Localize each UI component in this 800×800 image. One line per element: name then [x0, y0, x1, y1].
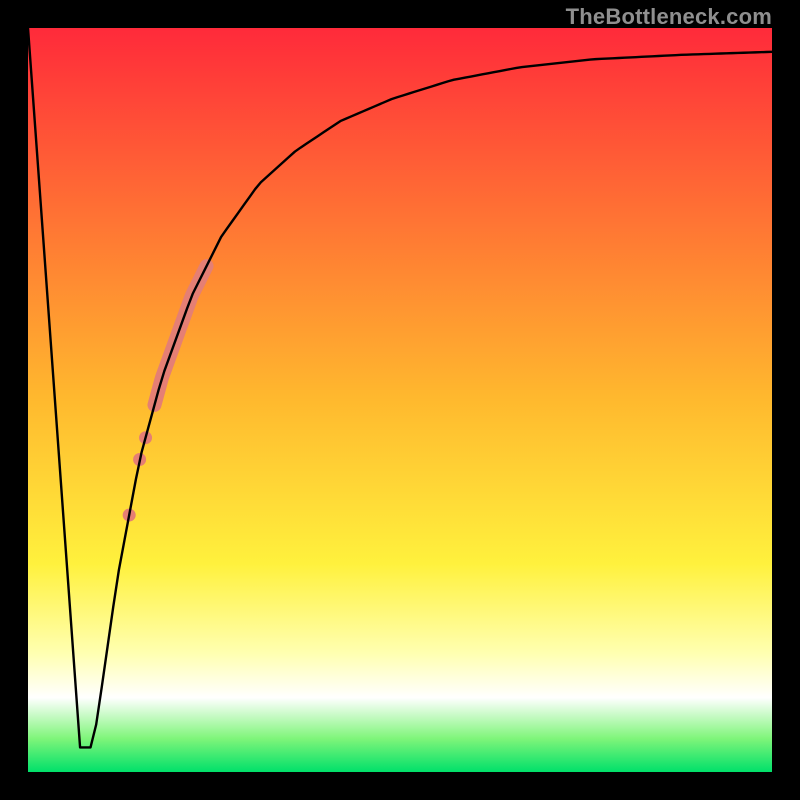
- bottleneck-chart: [0, 0, 800, 800]
- watermark-text: TheBottleneck.com: [566, 4, 772, 30]
- gradient-background: [28, 28, 772, 772]
- chart-frame: TheBottleneck.com: [0, 0, 800, 800]
